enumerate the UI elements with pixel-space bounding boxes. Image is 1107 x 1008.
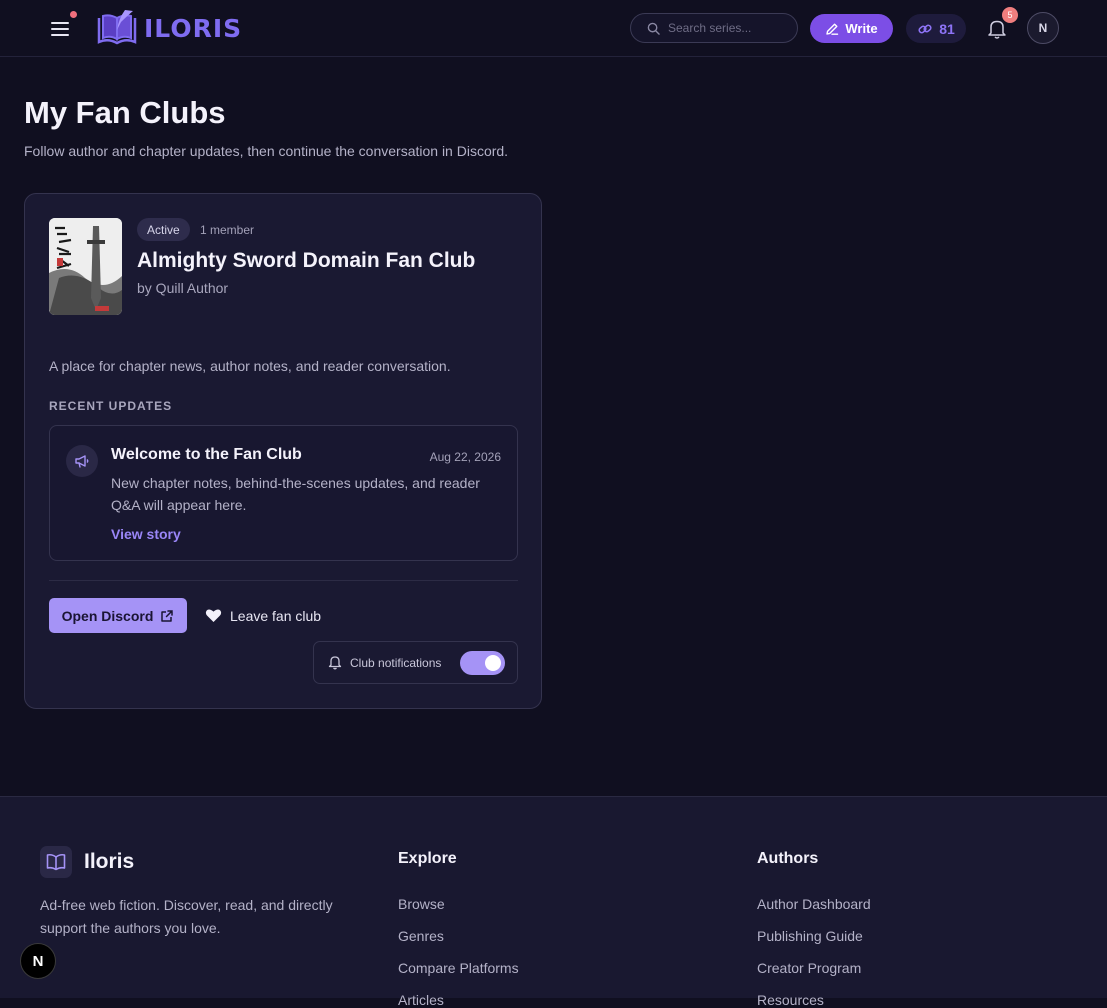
view-story-link[interactable]: View story bbox=[111, 526, 181, 542]
menu-icon-line bbox=[51, 28, 69, 30]
site-logo[interactable]: ILORIS bbox=[95, 8, 242, 48]
club-notifications-control: Club notifications bbox=[313, 641, 518, 684]
footer-link-genres[interactable]: Genres bbox=[398, 928, 444, 944]
club-notifications-toggle[interactable] bbox=[460, 651, 505, 675]
pencil-icon bbox=[826, 23, 839, 35]
notifications-button[interactable]: 5 bbox=[984, 7, 1018, 44]
footer-link-publishing-guide[interactable]: Publishing Guide bbox=[757, 928, 863, 944]
update-date: Aug 22, 2026 bbox=[429, 450, 501, 464]
cover-art bbox=[49, 218, 122, 315]
menu-button[interactable] bbox=[44, 11, 77, 43]
page-title: My Fan Clubs bbox=[24, 95, 226, 130]
book-logo-icon bbox=[97, 10, 137, 45]
footer-link-articles[interactable]: Articles bbox=[398, 992, 444, 1008]
recent-updates-heading: RECENT UPDATES bbox=[49, 399, 173, 413]
dev-tools-badge[interactable]: N bbox=[20, 943, 56, 979]
page-subtitle: Follow author and chapter updates, then … bbox=[24, 143, 509, 159]
brand-name: ILORIS bbox=[144, 13, 243, 43]
menu-notification-dot bbox=[70, 11, 77, 18]
member-count: 1 member bbox=[200, 223, 255, 237]
leave-fan-club-label: Leave fan club bbox=[230, 607, 322, 624]
write-button[interactable]: Write bbox=[810, 14, 893, 43]
footer-link-compare-platforms[interactable]: Compare Platforms bbox=[398, 960, 519, 976]
site-footer: Iloris Ad-free web fiction. Discover, re… bbox=[0, 796, 1107, 1008]
update-item: Welcome to the Fan Club Aug 22, 2026 New… bbox=[49, 425, 518, 561]
bell-icon bbox=[328, 656, 342, 670]
write-button-label: Write bbox=[845, 21, 878, 36]
bell-icon bbox=[988, 20, 1006, 39]
update-title: Welcome to the Fan Club bbox=[111, 446, 302, 463]
footer-authors-heading: Authors bbox=[757, 850, 819, 867]
points-value: 81 bbox=[939, 20, 955, 37]
club-description: A place for chapter news, author notes, … bbox=[49, 358, 451, 374]
divider bbox=[49, 580, 518, 581]
club-title[interactable]: Almighty Sword Domain Fan Club bbox=[137, 249, 475, 273]
footer-explore-heading: Explore bbox=[398, 850, 457, 867]
footer-link-resources[interactable]: Resources bbox=[757, 992, 824, 1008]
user-avatar[interactable]: N bbox=[1027, 12, 1059, 44]
heart-icon bbox=[205, 609, 222, 622]
footer-tagline: Ad-free web fiction. Discover, read, and… bbox=[40, 897, 333, 936]
footer-link-creator-program[interactable]: Creator Program bbox=[757, 960, 861, 976]
leave-fan-club-button[interactable]: Leave fan club bbox=[205, 598, 321, 633]
book-open-icon bbox=[40, 846, 72, 878]
points-balance[interactable]: 81 bbox=[906, 14, 966, 43]
external-link-icon bbox=[161, 609, 174, 622]
toggle-knob bbox=[485, 655, 501, 671]
notification-count-badge: 5 bbox=[1002, 7, 1018, 23]
open-discord-label: Open Discord bbox=[61, 607, 154, 624]
menu-icon-line bbox=[51, 34, 69, 36]
footer-link-author-dashboard[interactable]: Author Dashboard bbox=[757, 896, 871, 912]
update-body: New chapter notes, behind-the-scenes upd… bbox=[111, 475, 480, 513]
book-cover-image[interactable] bbox=[49, 218, 122, 315]
megaphone-icon bbox=[66, 445, 98, 477]
status-badge: Active bbox=[137, 218, 190, 241]
club-notifications-label: Club notifications bbox=[350, 655, 442, 670]
footer-link-browse[interactable]: Browse bbox=[398, 896, 445, 912]
search-input[interactable] bbox=[668, 21, 788, 35]
search-icon bbox=[647, 22, 660, 35]
menu-icon bbox=[51, 22, 69, 24]
club-author[interactable]: by Quill Author bbox=[137, 280, 228, 296]
link-icon bbox=[918, 24, 932, 33]
open-discord-button[interactable]: Open Discord bbox=[49, 598, 187, 633]
footer-brand[interactable]: Iloris bbox=[84, 850, 134, 874]
top-nav-bar: ILORIS Write 81 5 N bbox=[0, 0, 1107, 57]
search-bar[interactable] bbox=[630, 13, 798, 43]
fan-club-card: Active 1 member Almighty Sword Domain Fa… bbox=[24, 193, 542, 709]
